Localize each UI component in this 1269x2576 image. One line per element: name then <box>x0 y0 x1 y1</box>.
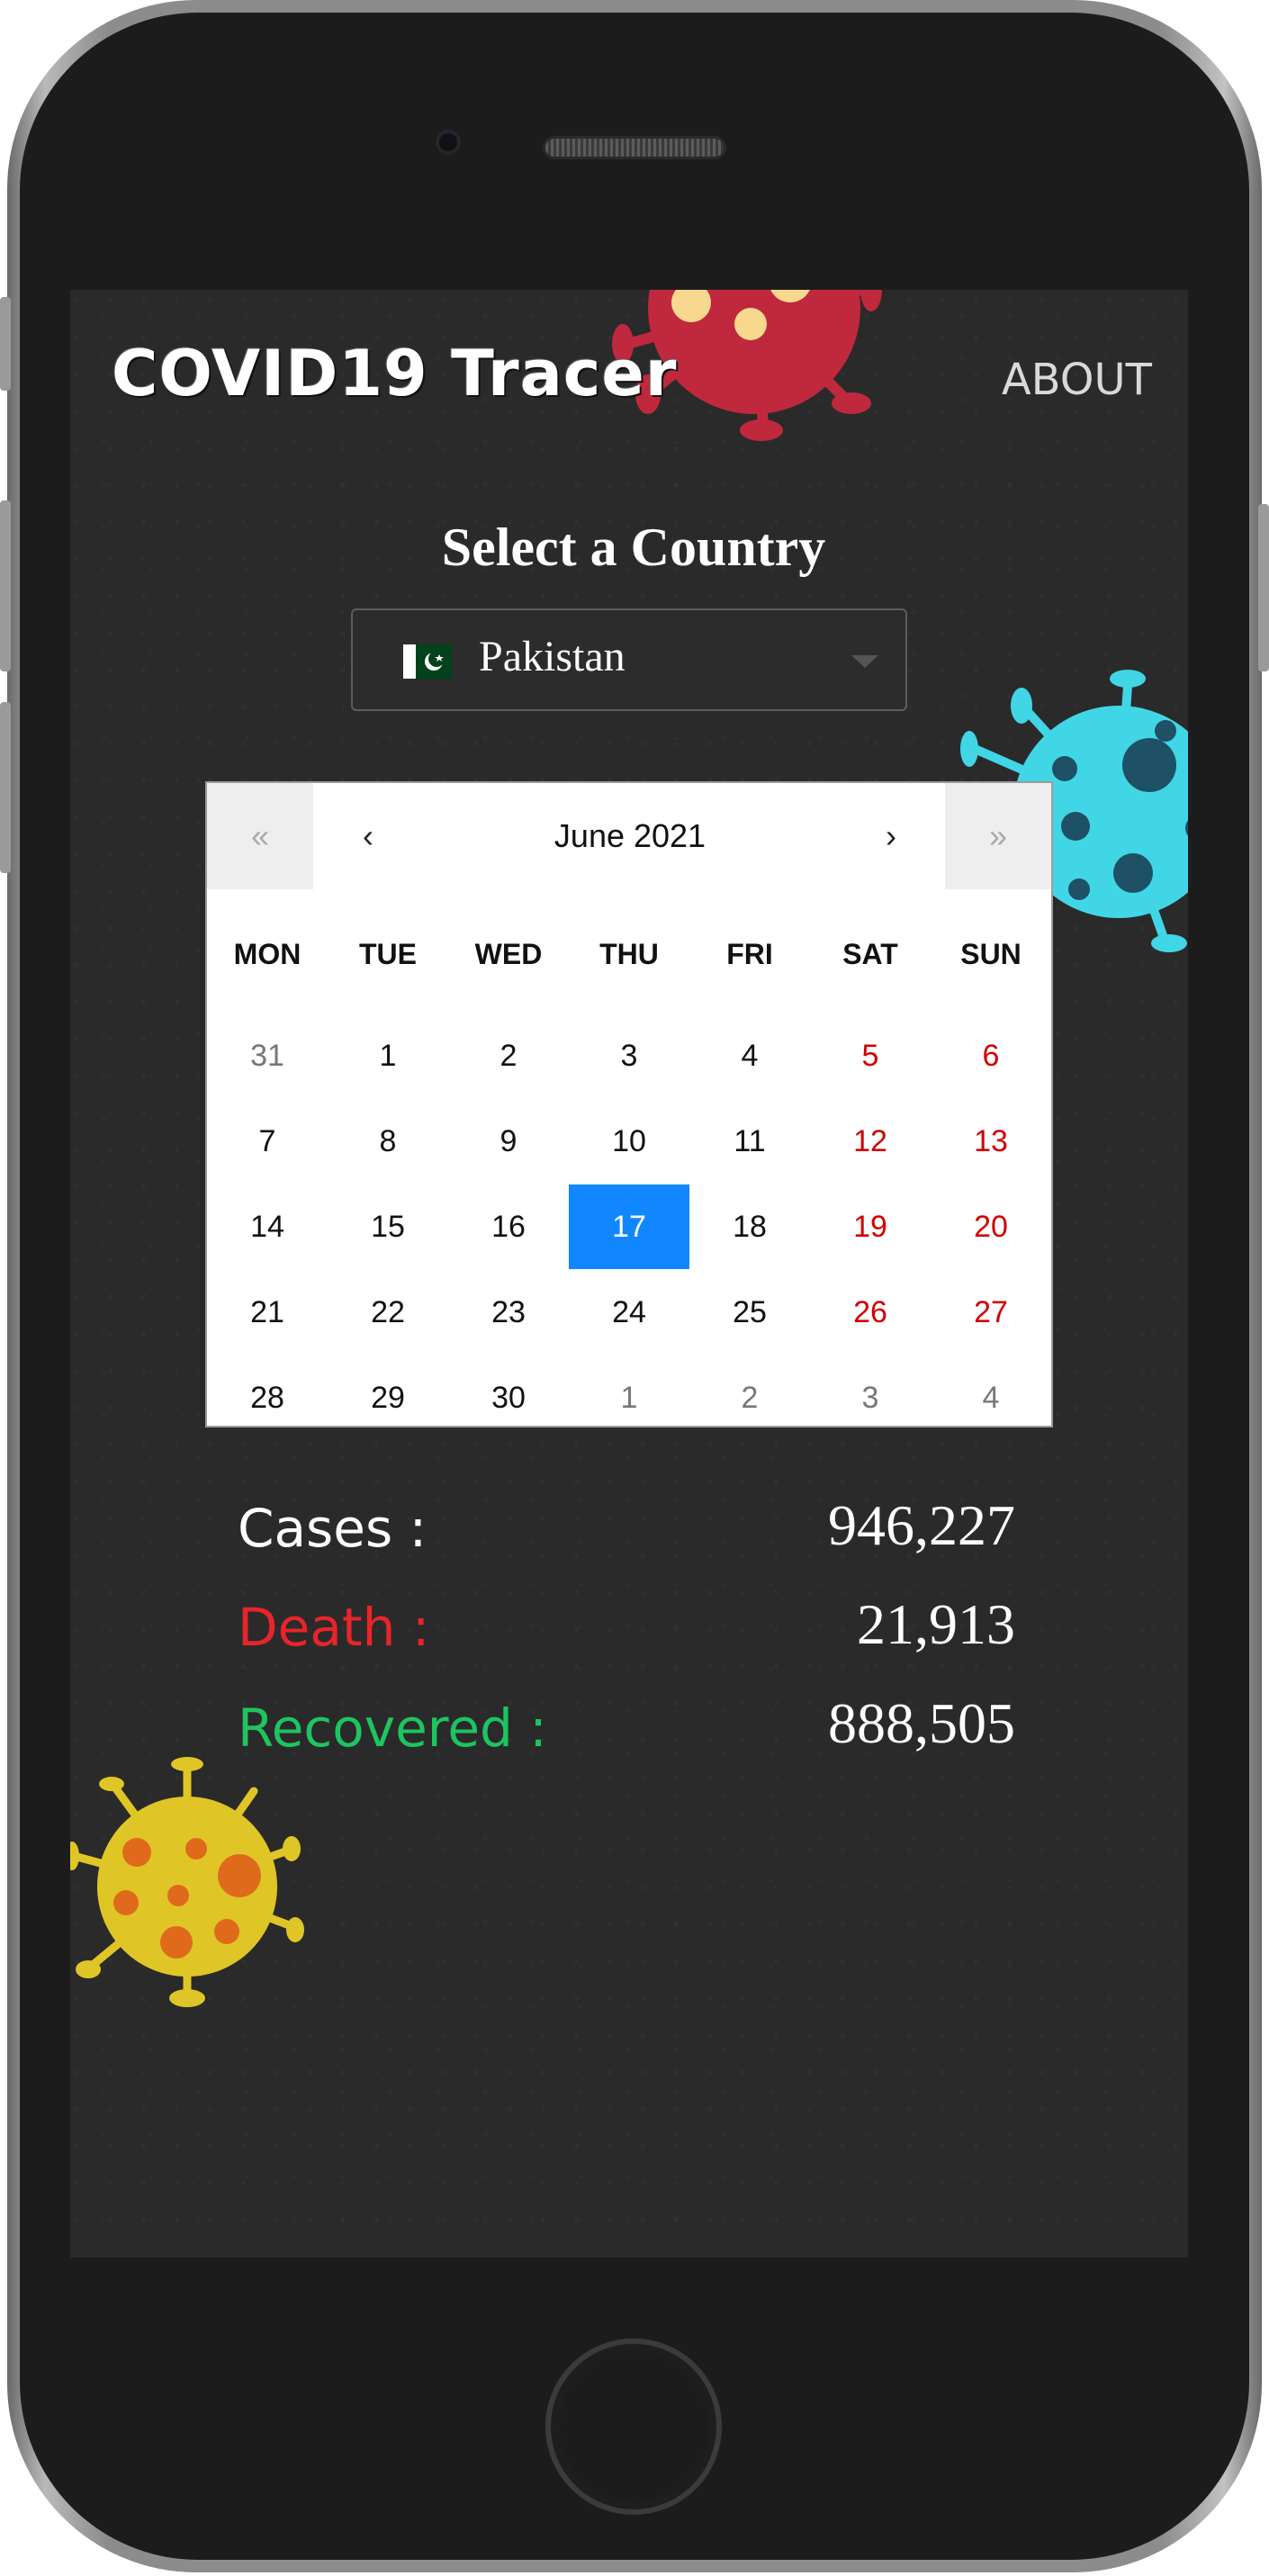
calendar-day[interactable]: 5 <box>810 1013 931 1098</box>
calendar-day[interactable]: 3 <box>810 1356 931 1440</box>
calendar-day[interactable]: 6 <box>931 1013 1051 1098</box>
selected-country: Pakistan <box>479 633 626 680</box>
calendar-day[interactable]: 13 <box>931 1099 1051 1184</box>
calendar-day[interactable]: 20 <box>931 1184 1051 1269</box>
calendar-day[interactable]: 15 <box>328 1184 448 1269</box>
weekday-label: SUN <box>960 938 1022 970</box>
next-year-button[interactable]: » <box>945 783 1051 889</box>
cases-value: 946,227 <box>828 1493 1015 1557</box>
calendar-day[interactable]: 23 <box>448 1270 569 1355</box>
volume-down-button <box>0 702 11 873</box>
recovered-label: Recovered : <box>238 1698 547 1759</box>
calendar-week-row: 21 22 23 24 25 26 27 <box>207 1270 1051 1355</box>
calendar-day[interactable]: 30 <box>448 1356 569 1440</box>
calendar-day[interactable]: 27 <box>931 1270 1051 1355</box>
prev-month-button[interactable]: ‹ <box>313 783 423 889</box>
calendar-day[interactable]: 26 <box>810 1270 931 1355</box>
yellow-virus-icon <box>70 1757 304 2007</box>
weekday-label: FRI <box>726 938 773 970</box>
calendar-week-row: 28 29 30 1 2 3 4 <box>207 1356 1051 1440</box>
calendar-day[interactable]: 2 <box>448 1013 569 1098</box>
weekday-label: TUE <box>359 938 417 970</box>
app-logo[interactable]: COVID19 Tracer <box>112 337 677 410</box>
calendar-day[interactable]: 11 <box>689 1099 810 1184</box>
date-picker-calendar: « ‹ June 2021 › » MON TUE WED THU FRI SA… <box>205 781 1053 1428</box>
calendar-day[interactable]: 16 <box>448 1184 569 1269</box>
calendar-day[interactable]: 24 <box>569 1270 689 1355</box>
about-link[interactable]: ABOUT <box>1002 355 1152 405</box>
calendar-day[interactable]: 9 <box>448 1099 569 1184</box>
calendar-day[interactable]: 4 <box>689 1013 810 1098</box>
calendar-day[interactable]: 21 <box>207 1270 328 1355</box>
calendar-day[interactable]: 10 <box>569 1099 689 1184</box>
calendar-day[interactable]: 19 <box>810 1184 931 1269</box>
mute-switch <box>0 297 11 391</box>
calendar-day[interactable]: 1 <box>328 1013 448 1098</box>
earpiece-speaker <box>545 139 724 157</box>
death-value: 21,913 <box>857 1592 1015 1656</box>
cases-label: Cases : <box>238 1498 428 1559</box>
calendar-week-row: 7 8 9 10 11 12 13 <box>207 1099 1051 1184</box>
calendar-day[interactable]: 2 <box>689 1356 810 1440</box>
calendar-day[interactable]: 1 <box>569 1356 689 1440</box>
country-dropdown[interactable]: Pakistan <box>351 608 907 711</box>
power-button <box>1258 504 1269 671</box>
weekday-label: MON <box>233 938 302 970</box>
calendar-day[interactable]: 18 <box>689 1184 810 1269</box>
calendar-day[interactable]: 8 <box>328 1099 448 1184</box>
death-label: Death : <box>238 1597 430 1658</box>
pakistan-flag-icon <box>403 644 452 679</box>
calendar-day[interactable]: 3 <box>569 1013 689 1098</box>
home-button[interactable] <box>545 2338 722 2515</box>
app-screen: COVID19 Tracer ABOUT Select a Country Pa… <box>70 290 1188 2257</box>
weekday-label: WED <box>474 938 543 970</box>
recovered-value: 888,505 <box>828 1691 1015 1755</box>
calendar-day[interactable]: 28 <box>207 1356 328 1440</box>
weekday-label: THU <box>599 938 659 970</box>
calendar-day[interactable]: 31 <box>207 1013 328 1098</box>
calendar-day-selected[interactable]: 17 <box>569 1184 689 1269</box>
volume-up-button <box>0 500 11 671</box>
select-country-title: Select a Country <box>441 518 826 577</box>
next-month-button[interactable]: › <box>837 783 945 889</box>
calendar-day[interactable]: 22 <box>328 1270 448 1355</box>
caret-down-icon <box>851 655 878 668</box>
weekday-label: SAT <box>842 938 898 970</box>
calendar-week-row: 31 1 2 3 4 5 6 <box>207 1013 1051 1098</box>
calendar-day[interactable]: 29 <box>328 1356 448 1440</box>
calendar-week-row: 14 15 16 17 18 19 20 <box>207 1184 1051 1269</box>
prev-year-button[interactable]: « <box>207 783 313 889</box>
calendar-day[interactable]: 4 <box>931 1356 1051 1440</box>
calendar-day[interactable]: 7 <box>207 1099 328 1184</box>
front-camera <box>439 133 457 151</box>
calendar-day[interactable]: 25 <box>689 1270 810 1355</box>
calendar-navigation: « ‹ June 2021 › » <box>207 783 1051 889</box>
calendar-day[interactable]: 12 <box>810 1099 931 1184</box>
weekday-header: MON TUE WED THU FRI SAT SUN <box>207 938 1051 971</box>
calendar-day[interactable]: 14 <box>207 1184 328 1269</box>
month-year-label[interactable]: June 2021 <box>423 783 837 889</box>
